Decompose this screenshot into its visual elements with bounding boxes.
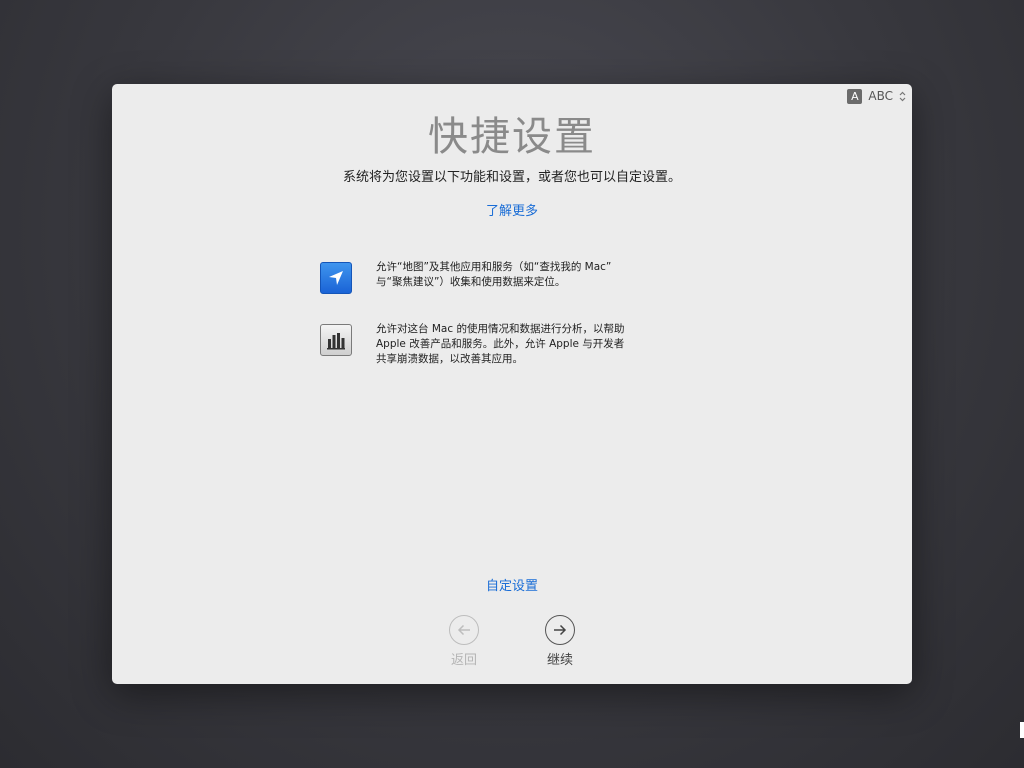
- input-source-label: ABC: [868, 89, 893, 103]
- customize-settings-link[interactable]: 自定设置: [486, 579, 538, 594]
- feature-location: 允许“地图”及其他应用和服务（如“查找我的 Mac” 与“聚焦建议”）收集和使用…: [320, 261, 660, 294]
- setup-panel: A ABC 快捷设置 系统将为您设置以下功能和设置，或者您也可以自定设置。 了解…: [112, 84, 912, 684]
- analytics-chart-icon: [320, 324, 352, 356]
- continue-label: 继续: [546, 653, 573, 668]
- mouse-cursor: [1020, 722, 1024, 738]
- input-source-badge: A: [847, 88, 863, 104]
- chevron-updown-icon: [899, 91, 906, 102]
- feature-analytics-text: 允许对这台 Mac 的使用情况和数据进行分析，以帮助 Apple 改善产品和服务…: [376, 323, 625, 365]
- arrow-right-icon: [545, 615, 575, 645]
- arrow-left-icon: [449, 615, 479, 645]
- page-subtitle: 系统将为您设置以下功能和设置，或者您也可以自定设置。: [342, 170, 681, 185]
- location-arrow-icon: [320, 262, 352, 294]
- back-button[interactable]: 返回: [434, 615, 494, 668]
- back-label: 返回: [450, 653, 477, 668]
- continue-button[interactable]: 继续: [530, 615, 590, 668]
- feature-location-text: 允许“地图”及其他应用和服务（如“查找我的 Mac” 与“聚焦建议”）收集和使用…: [376, 261, 612, 288]
- feature-analytics: 允许对这台 Mac 的使用情况和数据进行分析，以帮助 Apple 改善产品和服务…: [320, 323, 660, 367]
- input-source-menu[interactable]: A ABC: [847, 88, 906, 104]
- learn-more-link[interactable]: 了解更多: [486, 204, 538, 219]
- page-title: 快捷设置: [428, 114, 596, 160]
